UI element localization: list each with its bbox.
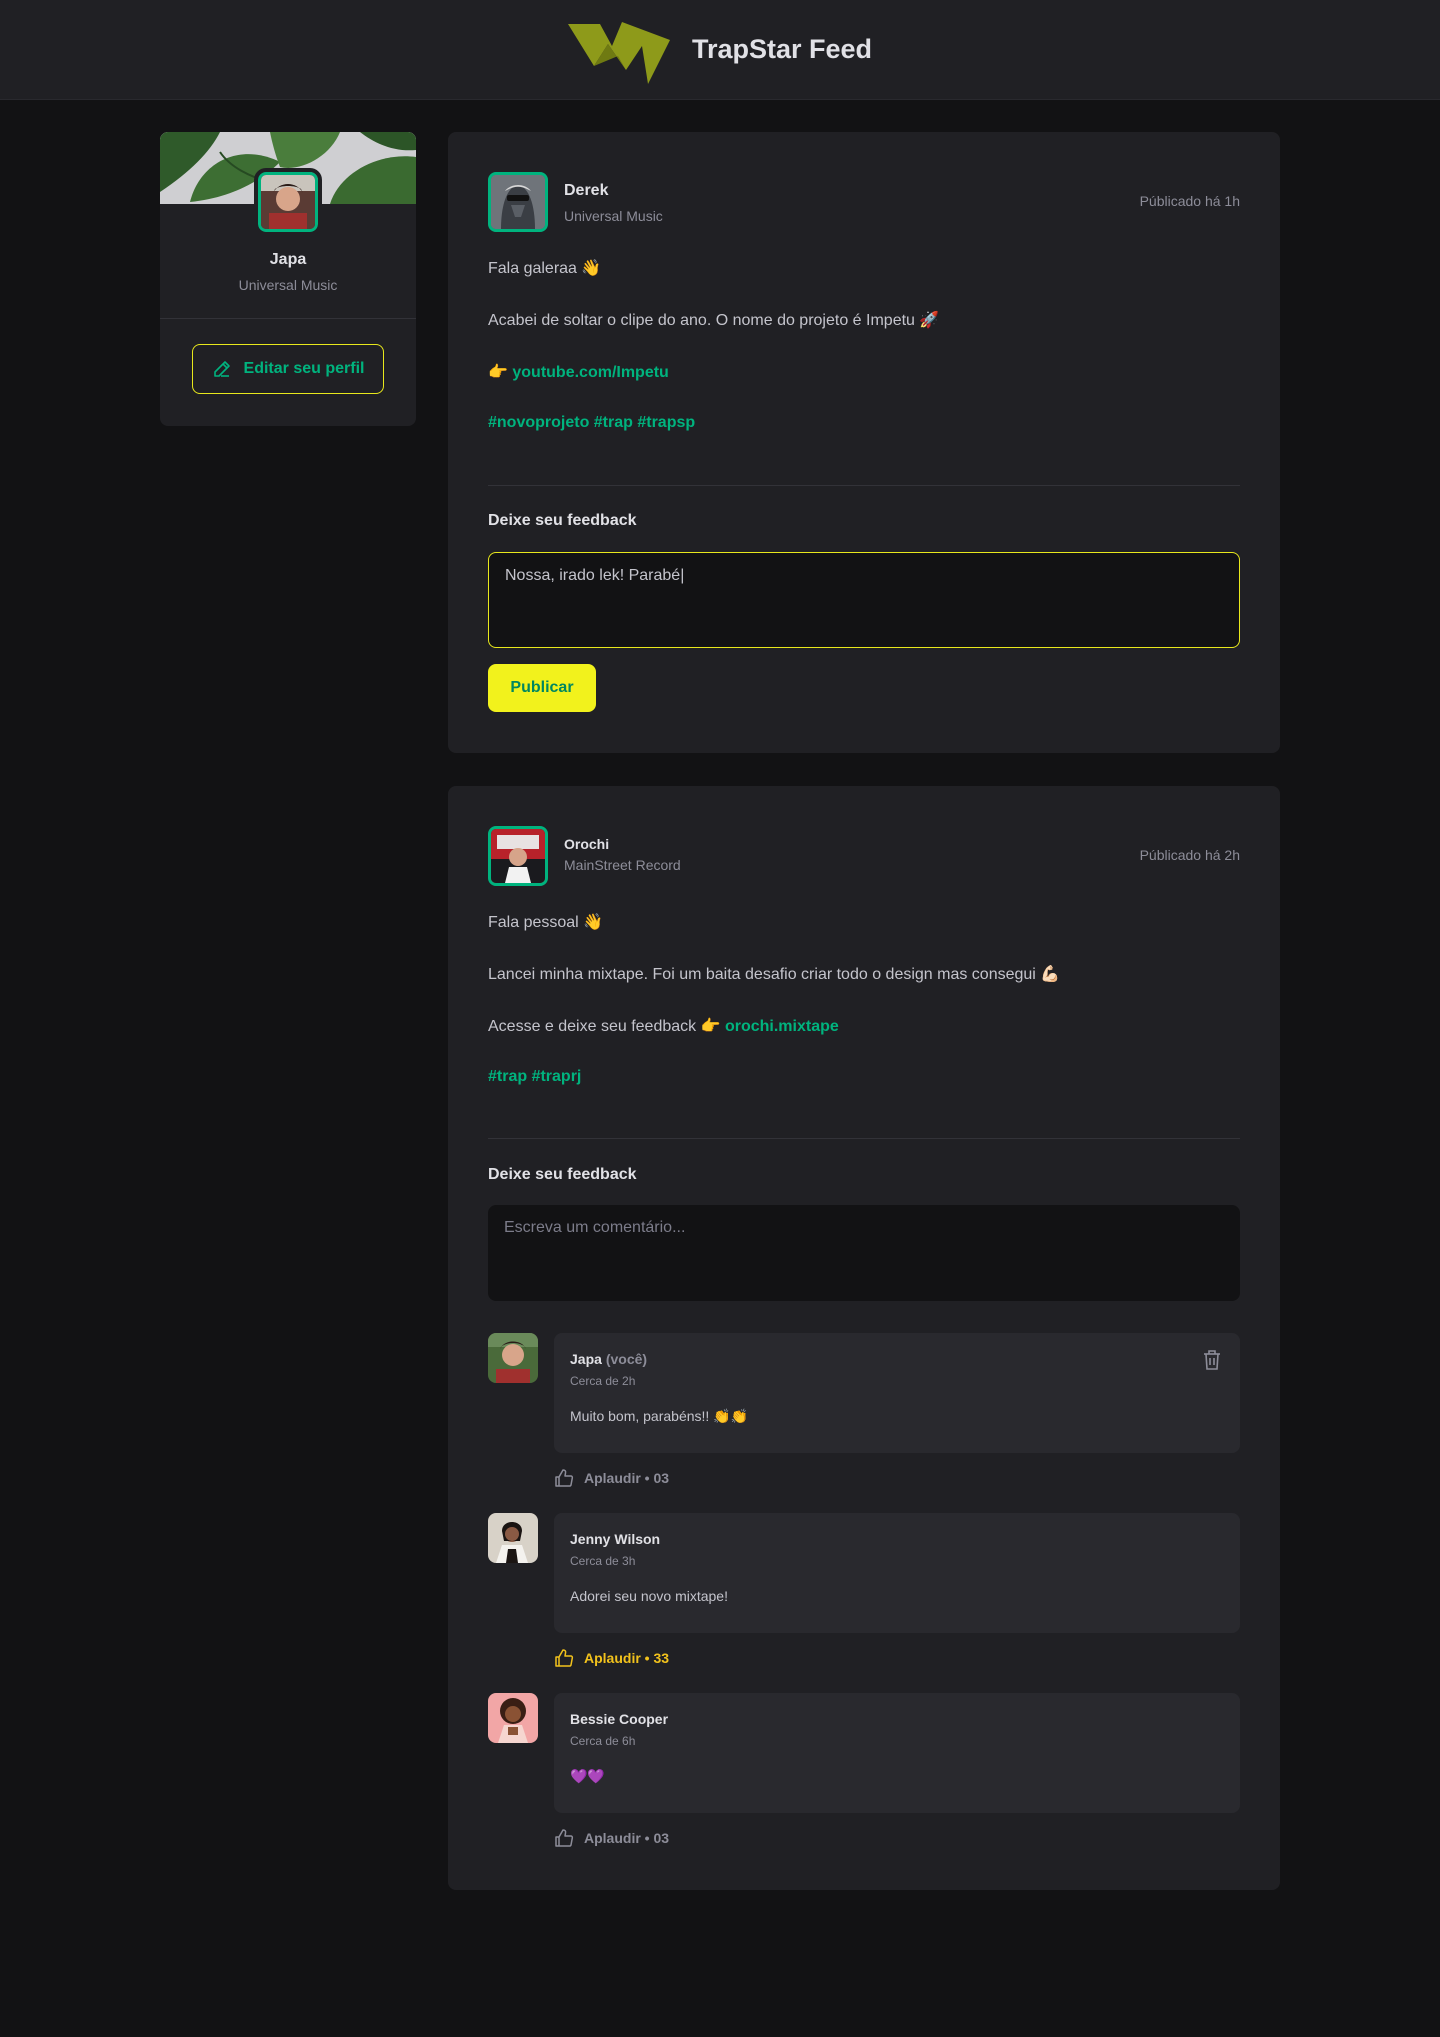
post-divider — [488, 1138, 1240, 1139]
thumbs-up-icon — [555, 1829, 574, 1847]
comment-placeholder: Escreva um comentário... — [504, 1219, 686, 1236]
thumbs-up-icon — [555, 1469, 574, 1487]
applaud-button[interactable]: Aplaudir • 33 — [554, 1648, 669, 1668]
post-card: Orochi MainStreet Record Públicado há 2h… — [448, 786, 1280, 1890]
comment-text: 💜💜 — [570, 1768, 605, 1784]
profile-sidebar: Japa Universal Music Editar seu perfil — [160, 132, 416, 426]
publish-button[interactable]: Publicar — [488, 664, 596, 712]
post-hashtags[interactable]: #novoprojeto #trap #trapsp — [488, 414, 695, 432]
post-link[interactable]: youtube.com/Impetu — [512, 364, 668, 381]
top-header: TrapStar Feed — [0, 0, 1440, 100]
comment-time: Cerca de 2h — [570, 1374, 636, 1388]
sidebar-user-company: Universal Music — [238, 277, 338, 293]
applaud-button[interactable]: Aplaudir • 03 — [554, 1828, 669, 1848]
comment-time: Cerca de 6h — [570, 1734, 636, 1748]
post-hashtags[interactable]: #trap #traprj — [488, 1068, 581, 1086]
comment-textarea[interactable]: Escreva um comentário... — [488, 1205, 1240, 1301]
edit-profile-label: Editar seu perfil — [243, 360, 365, 377]
comment-author-name: Japa (você) — [570, 1351, 647, 1367]
post-text-line: Lancei minha mixtape. Foi um baita desaf… — [488, 966, 1061, 983]
comment-text: Adorei seu novo mixtape! — [570, 1588, 728, 1604]
post-text-line: Acabei de soltar o clipe do ano. O nome … — [488, 312, 940, 329]
post-time: Públicado há 1h — [1139, 193, 1240, 209]
sidebar-user-name: Japa — [269, 251, 307, 268]
applaud-label: Aplaudir • 33 — [584, 1650, 670, 1666]
trash-icon[interactable] — [1202, 1349, 1222, 1376]
comment-textarea[interactable]: Nossa, irado lek! Parabé| — [488, 552, 1240, 648]
applaud-button[interactable]: Aplaudir • 03 — [554, 1468, 669, 1488]
post-card: Derek Universal Music Públicado há 1h Fa… — [448, 132, 1280, 753]
edit-profile-button[interactable]: Editar seu perfil — [192, 344, 384, 394]
post-time: Públicado há 2h — [1139, 847, 1240, 863]
trapstar-logo-icon — [567, 21, 670, 84]
user-avatar[interactable] — [254, 168, 322, 236]
post-author-name[interactable]: Orochi — [564, 836, 609, 852]
comment-author: Japa — [570, 1351, 602, 1367]
logo: TrapStar Feed — [567, 16, 873, 84]
post-link-line: 👉 youtube.com/Impetu — [488, 362, 669, 382]
feedback-title: Deixe seu feedback — [488, 512, 637, 529]
applaud-label: Aplaudir • 03 — [584, 1470, 670, 1486]
app-title: TrapStar Feed — [691, 34, 873, 64]
pencil-icon — [213, 361, 230, 377]
comment-card: Jenny Wilson Cerca de 3h Adorei seu novo… — [554, 1513, 1240, 1633]
comment-author-avatar[interactable] — [488, 1513, 538, 1563]
post-link[interactable]: orochi.mixtape — [725, 1018, 839, 1035]
post-author-avatar[interactable] — [488, 826, 548, 886]
comment-text: Muito bom, parabéns!! 👏👏 — [570, 1408, 749, 1424]
comment-author-name: Bessie Cooper — [570, 1711, 669, 1727]
applaud-label: Aplaudir • 03 — [584, 1830, 670, 1846]
feedback-title: Deixe seu feedback — [488, 1166, 637, 1183]
you-tag: (você) — [605, 1351, 648, 1367]
comment-time: Cerca de 3h — [570, 1554, 636, 1568]
post-link-line: Acesse e deixe seu feedback 👉 orochi.mix… — [488, 1016, 839, 1036]
comment-author-name: Jenny Wilson — [570, 1531, 661, 1547]
thumbs-up-icon — [555, 1649, 574, 1667]
comment-author-avatar[interactable] — [488, 1693, 538, 1743]
post-author-name[interactable]: Derek — [564, 182, 608, 200]
post-divider — [488, 485, 1240, 486]
comment-card: Japa (você) Cerca de 2h Muito bom, parab… — [554, 1333, 1240, 1453]
sidebar-divider — [160, 318, 416, 319]
post-author-role: MainStreet Record — [564, 857, 681, 873]
comment-author-avatar[interactable] — [488, 1333, 538, 1383]
post-author-avatar[interactable] — [488, 172, 548, 232]
post-author-role: Universal Music — [564, 208, 663, 224]
comment-card: Bessie Cooper Cerca de 6h 💜💜 — [554, 1693, 1240, 1813]
link-prefix: Acesse e deixe seu feedback 👉 — [488, 1018, 725, 1035]
link-prefix: 👉 — [488, 364, 513, 381]
post-text-line: Fala galeraa 👋 — [488, 260, 602, 277]
post-text-line: Fala pessoal 👋 — [488, 914, 604, 931]
